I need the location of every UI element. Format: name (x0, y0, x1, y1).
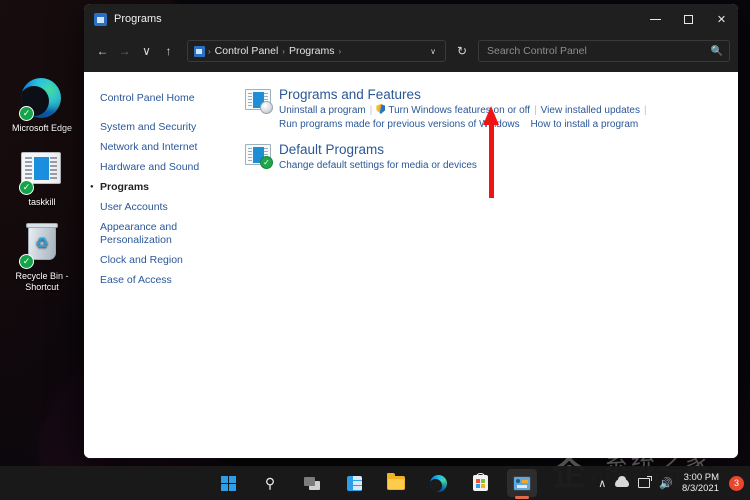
programs-features-icon (245, 89, 273, 114)
breadcrumb-control-panel[interactable]: Control Panel (212, 44, 282, 58)
sidebar-item-user-accounts[interactable]: User Accounts (100, 199, 220, 216)
sidebar-navigation: Control Panel Home System and Security N… (84, 72, 236, 458)
link-run-programs-previous-versions[interactable]: Run programs made for previous versions … (279, 119, 520, 130)
desktop-icon-group: ✓ Microsoft Edge ✓ taskkill ♻ ✓ Recycle … (0, 78, 84, 311)
link-how-to-install-a-program[interactable]: How to install a program (530, 119, 638, 130)
back-button[interactable]: ← (92, 40, 113, 62)
search-icon[interactable]: 🔍 (711, 46, 723, 57)
control-panel-icon (194, 45, 205, 57)
category-links-row-2: Run programs made for previous versions … (279, 118, 651, 132)
green-check-badge-icon: ✓ (260, 156, 273, 169)
desktop-icon-taskkill[interactable]: ✓ taskkill (0, 152, 84, 208)
shortcut-badge-icon: ✓ (19, 180, 34, 195)
sidebar-item-control-panel-home[interactable]: Control Panel Home (100, 90, 220, 107)
window-controls: ✕ (639, 4, 738, 34)
breadcrumb-programs[interactable]: Programs (286, 44, 338, 58)
minimize-button[interactable] (639, 4, 672, 34)
sidebar-item-network-and-internet[interactable]: Network and Internet (100, 139, 220, 156)
category-title-programs-and-features[interactable]: Programs and Features (279, 87, 651, 103)
desktop-icon-label: Microsoft Edge (11, 123, 73, 133)
desktop-screen: ✓ Microsoft Edge ✓ taskkill ♻ ✓ Recycle … (0, 0, 750, 500)
taskbar: ⚲ ∧ 🔊 3:00 PM 8/3/2021 3 (0, 466, 750, 500)
category-links-row-1: Uninstall a program | Turn Windows feature… (279, 104, 651, 118)
category-programs-and-features: Programs and Features Uninstall a progra… (245, 87, 728, 131)
refresh-button[interactable]: ↻ (452, 40, 472, 62)
app-window-icon: ✓ (19, 152, 63, 195)
close-button[interactable]: ✕ (705, 4, 738, 34)
address-bar[interactable]: › Control Panel › Programs › ∨ (187, 40, 446, 62)
desktop-icon-recycle-bin[interactable]: ♻ ✓ Recycle Bin - Shortcut (0, 223, 84, 293)
windows-logo-icon (220, 475, 236, 491)
volume-icon[interactable]: 🔊 (659, 477, 673, 490)
uac-shield-icon (376, 104, 386, 114)
link-divider: | (369, 105, 373, 116)
recycle-bin-icon: ♻ ✓ (19, 223, 63, 269)
link-uninstall-a-program[interactable]: Uninstall a program (279, 105, 366, 116)
desktop-icon-label: Recycle Bin - Shortcut (15, 271, 69, 292)
edge-icon: ✓ (19, 78, 63, 121)
link-turn-windows-features-on-or-off[interactable]: Turn Windows features on or off (388, 105, 530, 116)
recent-locations-button[interactable]: ∨ (136, 40, 157, 62)
onedrive-cloud-icon[interactable] (615, 476, 630, 487)
link-divider (520, 119, 531, 130)
link-divider: | (644, 105, 647, 116)
category-links-row-1: Change default settings for media or dev… (279, 159, 477, 173)
maximize-button[interactable] (672, 4, 705, 34)
taskbar-pinned-group: ⚲ (213, 469, 537, 497)
desktop-icon-microsoft-edge[interactable]: ✓ Microsoft Edge (0, 78, 84, 134)
link-change-default-settings[interactable]: Change default settings for media or dev… (279, 160, 477, 171)
disc-badge-icon (260, 101, 273, 114)
notification-badge[interactable]: 3 (729, 475, 744, 491)
default-programs-icon: ✓ (245, 144, 273, 169)
breadcrumb-separator: › (338, 46, 342, 56)
control-panel-icon (513, 475, 531, 491)
link-view-installed-updates[interactable]: View installed updates (541, 105, 640, 116)
network-icon[interactable] (638, 476, 653, 488)
navigation-toolbar: ← → ∨ ↑ › Control Panel › Programs › ∨ ↻… (84, 34, 738, 72)
chevron-down-icon[interactable]: ∨ (425, 47, 441, 56)
window-body: Control Panel Home System and Security N… (84, 72, 738, 458)
content-area: Programs and Features Uninstall a progra… (236, 72, 738, 458)
sidebar-item-hardware-and-sound[interactable]: Hardware and Sound (100, 159, 220, 176)
store-icon (472, 473, 488, 491)
edge-button[interactable] (423, 469, 453, 497)
search-box[interactable]: 🔍 (478, 40, 730, 62)
sidebar-item-clock-and-region[interactable]: Clock and Region (100, 252, 220, 269)
edge-icon (429, 474, 447, 492)
widgets-button[interactable] (339, 469, 369, 497)
microsoft-store-button[interactable] (465, 469, 495, 497)
sidebar-item-programs[interactable]: Programs (90, 179, 220, 196)
clock-date: 8/3/2021 (682, 483, 719, 494)
search-input[interactable] (485, 44, 711, 58)
task-view-button[interactable] (297, 469, 327, 497)
clock[interactable]: 3:00 PM 8/3/2021 (682, 472, 719, 494)
control-panel-button[interactable] (507, 469, 537, 497)
category-title-default-programs[interactable]: Default Programs (279, 142, 477, 158)
shortcut-badge-icon: ✓ (19, 254, 34, 269)
clock-time: 3:00 PM (683, 472, 719, 483)
forward-button[interactable]: → (114, 40, 135, 62)
system-tray: ∧ 🔊 3:00 PM 8/3/2021 3 (598, 466, 744, 500)
widgets-icon (346, 475, 362, 491)
tray-overflow-chevron-icon[interactable]: ∧ (598, 477, 606, 490)
category-default-programs: ✓ Default Programs Change default settin… (245, 142, 728, 173)
up-button[interactable]: ↑ (158, 40, 179, 62)
link-divider: | (534, 105, 537, 116)
shortcut-badge-icon: ✓ (19, 106, 34, 121)
control-panel-window: Programs ✕ ← → ∨ ↑ › Control Panel › Pro… (84, 4, 738, 458)
window-titlebar[interactable]: Programs ✕ (84, 4, 738, 34)
sidebar-item-appearance-and-personalization[interactable]: Appearance and Personalization (100, 219, 220, 249)
sidebar-item-system-and-security[interactable]: System and Security (100, 119, 220, 136)
folder-icon (387, 473, 405, 490)
start-button[interactable] (213, 469, 243, 497)
task-view-icon (304, 476, 320, 490)
desktop-icon-label: taskkill (28, 197, 56, 207)
search-icon: ⚲ (264, 474, 276, 491)
file-explorer-button[interactable] (381, 469, 411, 497)
search-button[interactable]: ⚲ (255, 469, 285, 497)
sidebar-item-ease-of-access[interactable]: Ease of Access (100, 272, 220, 289)
control-panel-icon (94, 12, 107, 26)
window-title: Programs (114, 13, 162, 25)
